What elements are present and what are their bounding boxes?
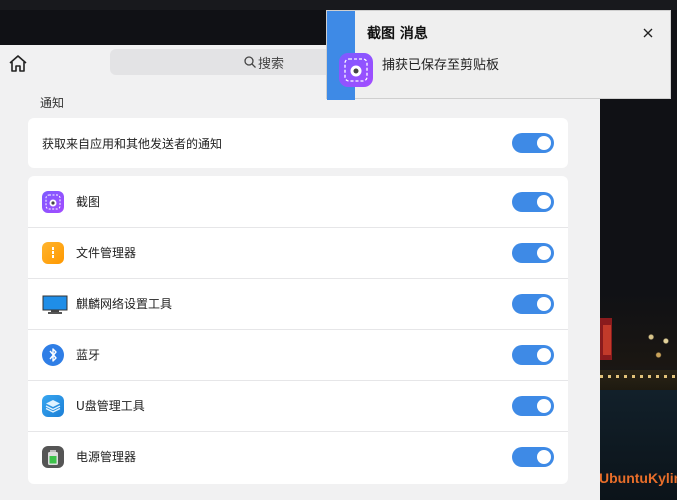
notifications-section-title: 通知 xyxy=(40,96,65,110)
screenshot-app-icon xyxy=(42,190,64,213)
list-item: U盘管理工具 xyxy=(28,380,568,431)
wallpaper-bridge xyxy=(600,370,677,390)
notification-title: 截图 消息 xyxy=(367,26,428,42)
screenshot-app-icon xyxy=(339,53,373,87)
main-notification-row: 获取来自应用和其他发送者的通知 xyxy=(28,118,568,168)
network-settings-toggle[interactable] xyxy=(512,293,554,314)
notification-body: 捕获已保存至剪贴板 xyxy=(382,58,500,73)
app-label: 截图 xyxy=(76,195,101,209)
settings-window: 搜索 通知 获取来自应用和其他发送者的通知 截图 文件管理器 麒麟网络设置工具 … xyxy=(0,45,600,500)
bluetooth-icon xyxy=(42,343,64,366)
app-label: U盘管理工具 xyxy=(76,399,145,413)
main-notification-card: 获取来自应用和其他发送者的通知 xyxy=(28,118,568,168)
bluetooth-toggle[interactable] xyxy=(512,344,554,365)
home-button[interactable] xyxy=(8,54,28,74)
usb-manager-icon xyxy=(42,394,64,417)
screenshot-notification-popup[interactable]: 截图 消息 捕获已保存至剪贴板 xyxy=(326,10,671,100)
network-settings-icon xyxy=(42,293,68,315)
wallpaper-city-lights xyxy=(640,325,677,365)
close-icon xyxy=(643,28,653,38)
usb-manager-toggle[interactable] xyxy=(512,395,554,416)
app-label: 麒麟网络设置工具 xyxy=(76,297,173,311)
app-label: 文件管理器 xyxy=(76,246,137,260)
list-item: 文件管理器 xyxy=(28,227,568,278)
list-item: 截图 xyxy=(28,176,568,227)
app-notification-list: 截图 文件管理器 麒麟网络设置工具 蓝牙 U盘管理工具 电源管理器 xyxy=(28,176,568,484)
file-manager-toggle[interactable] xyxy=(512,242,554,263)
notification-close-button[interactable] xyxy=(641,25,655,39)
list-item: 蓝牙 xyxy=(28,329,568,380)
ubuntukylin-logo-text: UbuntuKylin xyxy=(599,470,677,486)
list-item: 麒麟网络设置工具 xyxy=(28,278,568,329)
home-icon xyxy=(9,55,27,72)
power-manager-icon xyxy=(42,445,64,468)
app-label: 蓝牙 xyxy=(76,348,101,362)
wallpaper-bridge-lights xyxy=(600,375,677,378)
screenshot-toggle[interactable] xyxy=(512,191,554,212)
wallpaper-top-band xyxy=(0,0,677,10)
file-manager-icon xyxy=(42,241,64,264)
wallpaper-red-tower-light xyxy=(603,325,611,355)
app-label: 电源管理器 xyxy=(76,450,137,464)
search-icon xyxy=(244,56,256,68)
power-manager-toggle[interactable] xyxy=(512,446,554,467)
main-notification-label: 获取来自应用和其他发送者的通知 xyxy=(42,136,223,151)
search-placeholder: 搜索 xyxy=(257,56,284,72)
main-notification-toggle[interactable] xyxy=(512,133,554,153)
list-item: 电源管理器 xyxy=(28,431,568,482)
